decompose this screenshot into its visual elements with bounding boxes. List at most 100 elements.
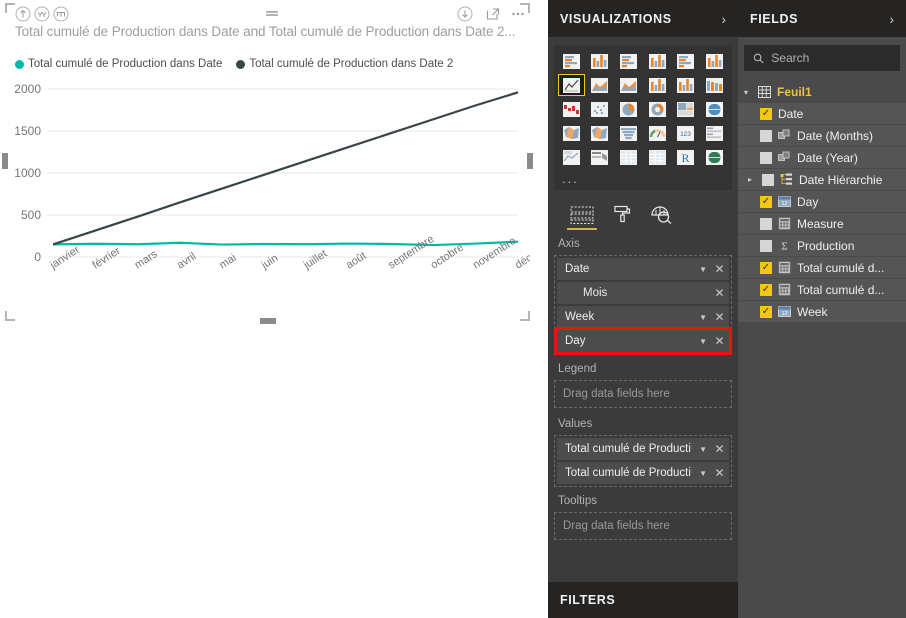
remove-field-icon[interactable]: ✕ <box>714 442 725 456</box>
field-pill[interactable]: Total cumulé de Producti ▼ ✕ <box>557 462 729 484</box>
x-axis-tick-label[interactable]: juin <box>259 252 281 272</box>
remove-field-icon[interactable]: ✕ <box>714 310 725 324</box>
x-axis-tick-label[interactable]: août <box>344 250 369 272</box>
visual-type-card[interactable]: 123 <box>673 122 700 144</box>
drill-mode-icon[interactable] <box>263 6 281 22</box>
field-checkbox[interactable]: ✓ <box>760 195 772 208</box>
field-pill[interactable]: Mois ✕ <box>557 282 729 304</box>
field-row[interactable]: Date (Year) <box>738 147 906 169</box>
well-values[interactable]: Total cumulé de Producti ▼ ✕ Total cumulé d… <box>554 435 732 487</box>
chevron-down-icon[interactable]: ▾ <box>744 88 752 97</box>
fields-tab[interactable] <box>567 206 597 230</box>
well-axis[interactable]: Date ▼ ✕ Mois ✕ Week ▼ ✕ Day ▼ ✕ <box>554 255 732 355</box>
field-checkbox[interactable] <box>760 217 772 230</box>
visual-type-line-and-clustered-column-chart[interactable] <box>673 74 700 96</box>
field-checkbox[interactable]: ✓ <box>760 107 772 120</box>
chart-series-line[interactable] <box>52 240 519 247</box>
visual-type-matrix[interactable] <box>644 146 671 168</box>
more-visuals-icon[interactable]: ... <box>558 168 728 188</box>
field-row[interactable]: ✓ Date <box>738 103 906 125</box>
field-checkbox[interactable] <box>760 129 772 142</box>
x-axis-tick-label[interactable]: février <box>90 245 122 272</box>
drill-down-icon[interactable] <box>34 6 50 22</box>
field-row[interactable]: ✓ 12 Week <box>738 301 906 323</box>
field-checkbox[interactable]: ✓ <box>760 283 772 296</box>
visual-type-shape-map[interactable] <box>587 122 614 144</box>
visual-type-arcgis-map[interactable] <box>701 146 728 168</box>
visual-type-ribbon-chart[interactable] <box>701 74 728 96</box>
x-axis-tick-label[interactable]: juillet <box>301 248 329 272</box>
visual-type-donut-chart[interactable] <box>644 98 671 120</box>
legend-item[interactable]: Total cumulé de Production dans Date <box>15 58 222 70</box>
chevron-right-icon[interactable]: › <box>721 12 726 26</box>
visual-type-gauge-chart[interactable] <box>644 122 671 144</box>
visual-type-kpi[interactable] <box>558 146 585 168</box>
x-axis-tick-label[interactable]: mars <box>133 248 160 272</box>
visual-type-area-chart[interactable] <box>587 74 614 96</box>
more-options-icon[interactable] <box>510 6 526 22</box>
chevron-right-icon[interactable]: › <box>889 12 894 26</box>
line-chart-visual[interactable]: Total cumulé de Production dans Date and… <box>2 3 533 324</box>
well-dropzone-legend[interactable]: Drag data fields here <box>554 380 732 408</box>
remove-field-icon[interactable]: ✕ <box>714 286 725 300</box>
visual-type-100-percent-stacked-bar-chart[interactable] <box>673 50 700 72</box>
field-row[interactable]: ✓ Total cumulé d... <box>738 279 906 301</box>
download-icon[interactable] <box>457 6 473 22</box>
chevron-down-icon[interactable]: ▼ <box>699 265 707 274</box>
visual-type-line-chart[interactable] <box>558 74 585 96</box>
field-pill[interactable]: Total cumulé de Producti ▼ ✕ <box>557 438 729 460</box>
legend-item[interactable]: Total cumulé de Production dans Date 2 <box>236 58 453 70</box>
remove-field-icon[interactable]: ✕ <box>714 466 725 480</box>
field-row[interactable]: ▸ Date Hiérarchie <box>738 169 906 191</box>
field-row[interactable]: Date (Months) <box>738 125 906 147</box>
chevron-down-icon[interactable]: ▼ <box>699 313 707 322</box>
visual-type-clustered-bar-chart[interactable] <box>615 50 642 72</box>
visual-type-funnel-chart[interactable] <box>615 122 642 144</box>
field-checkbox[interactable] <box>760 239 772 252</box>
chart-plot-area[interactable]: 0 500 1000 1500 2000 janvier février mars avril m… <box>5 75 530 321</box>
field-pill[interactable]: Day ▼ ✕ <box>554 327 732 355</box>
x-axis-tick-label[interactable]: septembre <box>386 233 436 271</box>
visual-type-slicer[interactable] <box>587 146 614 168</box>
x-axis-tick-label[interactable]: décembre <box>513 235 530 272</box>
visual-type-map[interactable] <box>701 98 728 120</box>
x-axis-tick-label[interactable]: novembre <box>471 235 519 272</box>
visual-type-stacked-column-chart[interactable] <box>587 50 614 72</box>
field-row[interactable]: ✓ 12 Day <box>738 191 906 213</box>
filters-pane-header[interactable]: FILTERS <box>548 582 738 618</box>
chevron-down-icon[interactable]: ▼ <box>699 337 707 346</box>
visual-type-stacked-area-chart[interactable] <box>615 74 642 96</box>
visual-type-filled-map[interactable] <box>558 122 585 144</box>
field-pill[interactable]: Date ▼ ✕ <box>557 258 729 280</box>
fields-search-input[interactable] <box>771 51 891 65</box>
visual-type-multi-row-card[interactable] <box>701 122 728 144</box>
visual-type-pie-chart[interactable] <box>615 98 642 120</box>
visual-type-scatter-chart[interactable] <box>587 98 614 120</box>
fields-table-row[interactable]: ▾ Feuil1 <box>738 81 906 103</box>
analytics-tab[interactable] <box>650 204 672 230</box>
field-row[interactable]: Σ Production <box>738 235 906 257</box>
drill-up-icon[interactable] <box>15 6 31 22</box>
visual-type-clustered-column-chart[interactable] <box>644 50 671 72</box>
visual-type-100-percent-stacked-column-chart[interactable] <box>701 50 728 72</box>
field-checkbox[interactable] <box>760 151 772 164</box>
visual-type-r-script-visual[interactable]: R <box>673 146 700 168</box>
visual-type-stacked-bar-chart[interactable] <box>558 50 585 72</box>
x-axis-tick-label[interactable]: avril <box>175 250 198 271</box>
visual-type-waterfall-chart[interactable] <box>558 98 585 120</box>
field-row[interactable]: ✓ Total cumulé d... <box>738 257 906 279</box>
chevron-down-icon[interactable]: ▼ <box>699 445 707 454</box>
fields-search-box[interactable] <box>744 45 900 71</box>
field-checkbox[interactable] <box>762 173 774 186</box>
expand-hierarchy-icon[interactable] <box>53 6 69 22</box>
field-checkbox[interactable]: ✓ <box>760 305 772 318</box>
focus-mode-icon[interactable] <box>485 6 501 22</box>
chevron-down-icon[interactable]: ▼ <box>699 469 707 478</box>
chart-series-line[interactable] <box>52 91 519 246</box>
visual-type-table[interactable] <box>615 146 642 168</box>
field-row[interactable]: Measure <box>738 213 906 235</box>
visual-type-line-and-stacked-column-chart[interactable] <box>644 74 671 96</box>
remove-field-icon[interactable]: ✕ <box>714 262 725 276</box>
visual-type-treemap[interactable] <box>673 98 700 120</box>
well-dropzone-tooltips[interactable]: Drag data fields here <box>554 512 732 540</box>
